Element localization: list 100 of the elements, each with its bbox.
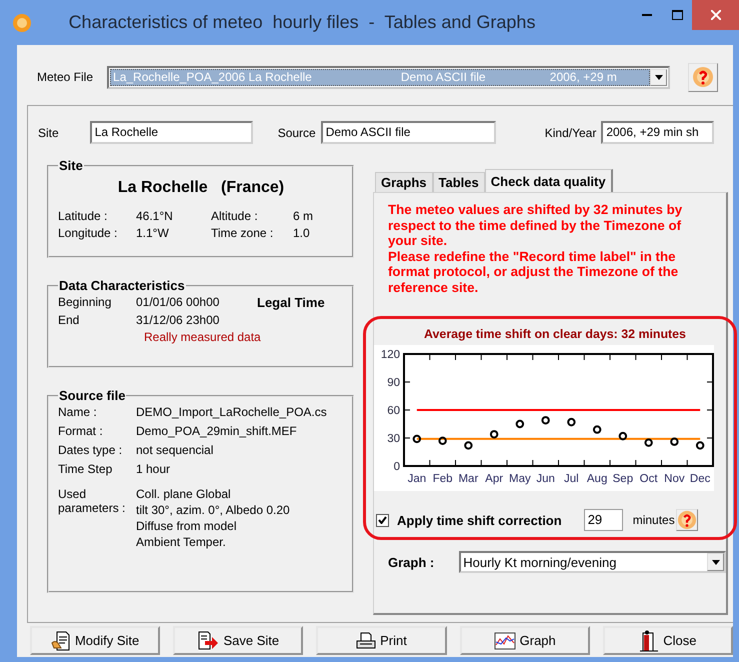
info-value: tilt 30°, azim. 0°, Albedo 0.20 xyxy=(136,503,291,517)
x-tick-label: May xyxy=(509,473,531,485)
y-tick-label: 120 xyxy=(380,349,400,361)
data-point xyxy=(490,430,498,438)
checkmark-icon xyxy=(378,516,387,524)
x-tick-label: Apr xyxy=(485,473,504,485)
info-label: Used parameters : xyxy=(58,487,126,515)
info-value: 6 m xyxy=(293,209,314,223)
close-icon xyxy=(710,10,720,20)
field-label: Source xyxy=(278,126,316,140)
shift-input[interactable]: 29 xyxy=(584,509,623,531)
chart-icon xyxy=(494,632,516,650)
tab[interactable]: Graphs xyxy=(375,172,433,192)
unit-label: minutes xyxy=(632,513,675,527)
data-point xyxy=(644,438,653,447)
maximize-icon xyxy=(672,10,682,20)
data-point xyxy=(438,436,447,445)
x-tick-label: Dec xyxy=(690,473,710,485)
action-button[interactable]: Graph xyxy=(460,626,590,655)
y-tick-label: 90 xyxy=(387,377,400,389)
action-button[interactable]: Save Site xyxy=(173,626,304,655)
help-icon xyxy=(692,66,714,88)
caret-icon xyxy=(654,74,663,80)
field-label: Kind/Year xyxy=(544,126,596,140)
x-tick-label: Sep xyxy=(612,473,634,485)
x-tick-label: Aug xyxy=(586,473,608,485)
data-point xyxy=(541,416,550,424)
dropdown-value: 2006, +29 m xyxy=(550,70,618,84)
tab[interactable]: Tables xyxy=(432,172,485,192)
group-title: Source file xyxy=(58,388,126,403)
meteo-file-label: Meteo File xyxy=(37,70,94,84)
printer-icon xyxy=(356,632,376,650)
data-point xyxy=(618,432,628,440)
dropdown-value: Demo ASCII file xyxy=(400,70,487,84)
info-value: 1.1°W xyxy=(136,226,170,240)
info-label: Dates type : xyxy=(58,443,124,457)
action-button[interactable]: Modify Site xyxy=(30,626,160,655)
time-kind-label: Legal Time xyxy=(257,295,326,310)
graph-dropdown[interactable]: Hourly Kt morning/evening xyxy=(459,551,726,573)
info-value: Demo_POA_29min_shift.MEF xyxy=(136,424,298,438)
info-label: Name : xyxy=(58,405,98,419)
x-tick-label: Jul xyxy=(564,473,579,485)
document-hand-icon xyxy=(50,630,71,650)
document-arrow-icon xyxy=(197,630,220,650)
info-value: 31/12/06 23h00 xyxy=(136,313,220,327)
help-button[interactable] xyxy=(676,509,698,531)
graph-label: Graph : xyxy=(388,554,434,570)
text-field[interactable]: Demo ASCII file xyxy=(320,121,496,144)
y-tick-label: 0 xyxy=(394,461,400,473)
info-label: Altitude : xyxy=(211,209,259,223)
dropdown-button[interactable] xyxy=(650,68,668,86)
group-title: Site xyxy=(58,158,84,173)
info-label: Time Step xyxy=(58,462,114,476)
info-value: Coll. plane Global xyxy=(136,487,232,501)
x-tick-label: Mar xyxy=(458,473,478,485)
close-window-button[interactable] xyxy=(692,0,739,30)
info-label: Latitude : xyxy=(58,209,108,223)
action-button[interactable]: Close xyxy=(602,626,734,655)
group-title: Data Characteristics xyxy=(58,278,186,293)
help-icon xyxy=(676,509,697,531)
info-label: Format : xyxy=(58,424,104,438)
data-point xyxy=(670,438,679,446)
checkbox[interactable] xyxy=(376,514,389,526)
dropdown-value: La_Rochelle_POA_2006 La Rochelle xyxy=(113,70,313,84)
info-label: Time zone : xyxy=(211,226,274,240)
info-value: 1.0 xyxy=(293,226,311,240)
tab[interactable]: Check data quality xyxy=(484,169,613,192)
info-value: 1 hour xyxy=(136,462,172,476)
info-value: 46.1°N xyxy=(136,209,174,223)
window-title: Characteristics of meteo hourly files - Tables and Graphs xyxy=(68,12,536,33)
info-value: 01/01/06 00h00 xyxy=(136,295,220,309)
data-point xyxy=(516,420,524,428)
x-tick-label: Oct xyxy=(640,473,658,485)
x-tick-label: Jan xyxy=(408,473,426,485)
text-field[interactable]: La Rochelle xyxy=(90,121,253,144)
field-label: Site xyxy=(38,126,59,140)
info-label: End xyxy=(58,313,80,327)
info-value: DEMO_Import_LaRochelle_POA.cs xyxy=(136,405,328,419)
text-field[interactable]: 2006, +29 min sh xyxy=(601,121,714,144)
dropdown-button[interactable] xyxy=(707,553,724,571)
data-point xyxy=(696,441,704,450)
app-logo-icon xyxy=(12,12,32,32)
data-note: Really measured data xyxy=(144,330,261,344)
exit-door-icon xyxy=(639,630,660,652)
info-value: Diffuse from model xyxy=(136,519,238,533)
minimize-icon xyxy=(642,14,652,16)
info-value: not sequencial xyxy=(136,443,214,457)
caret-icon xyxy=(712,560,720,564)
info-value: Ambient Temper. xyxy=(136,535,227,549)
info-label: Beginning xyxy=(58,295,112,309)
data-point xyxy=(592,425,602,434)
action-button[interactable]: Print xyxy=(316,626,447,655)
x-tick-label: Jun xyxy=(536,473,555,485)
data-point xyxy=(412,434,422,444)
y-tick-label: 30 xyxy=(387,433,400,445)
data-point xyxy=(464,441,473,450)
warning-text: The meteo values are shifted by 32 minutes by respect to the time defined by the Timezone of your site. Please redefine the "Record time label" in the format protocol, or adjust the Timezone of the reference site. xyxy=(388,202,684,295)
x-tick-label: Nov xyxy=(664,473,685,485)
help-button[interactable] xyxy=(688,62,718,92)
x-tick-label: Feb xyxy=(432,473,453,485)
